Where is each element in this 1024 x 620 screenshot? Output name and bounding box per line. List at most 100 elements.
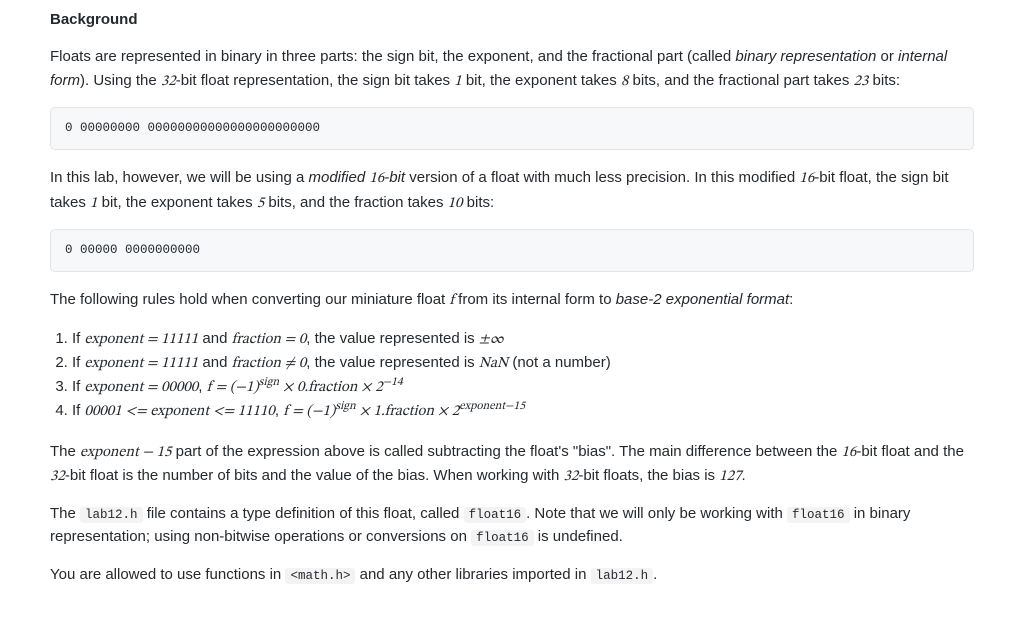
text: -bit float is the number of bits and the…	[65, 467, 564, 484]
op-eq: =	[143, 356, 161, 371]
number-16: 16	[369, 171, 384, 186]
sup-exponent-minus-15: exponent−15	[459, 400, 525, 412]
number-32: 32	[50, 469, 65, 484]
base-2: 2	[375, 380, 382, 395]
var-fraction: fraction	[385, 404, 434, 419]
number-16: 16	[841, 445, 856, 460]
sup-sign: sign	[335, 400, 355, 412]
rule-item-3: If exponent = 00000, f = (−1)sign × 0.fr…	[72, 375, 974, 399]
text: Floats are represented in binary in thre…	[50, 48, 735, 65]
op-eq: =	[289, 404, 307, 419]
var-exponent: exponent	[85, 380, 144, 395]
number-32: 32	[563, 469, 578, 484]
text: ). Using the	[80, 72, 161, 89]
text: -bit float and the	[856, 443, 964, 460]
val-11111: 11111	[161, 332, 198, 347]
file-paragraph: The lab12.h file contains a type definit…	[50, 502, 974, 549]
text: In this lab, however, we will be using a	[50, 169, 308, 186]
val-11111: 11111	[161, 356, 198, 371]
text: If	[72, 330, 85, 347]
text: version of a float with much less precis…	[405, 169, 799, 186]
text: If	[72, 402, 85, 419]
text: bit, the exponent takes	[462, 72, 621, 89]
text: bits:	[462, 194, 494, 211]
op-eq: =	[143, 380, 161, 395]
op-neq: ≠	[281, 356, 299, 371]
var-fraction: fraction	[232, 332, 281, 347]
term-binary-representation: binary representation	[735, 48, 876, 65]
sup-neg14: −14	[383, 376, 403, 388]
text: is undefined.	[534, 528, 623, 545]
text: ,	[275, 402, 283, 419]
number-1: 1	[454, 74, 461, 89]
codeblock-32bit-layout: 0 00000000 00000000000000000000000	[50, 107, 974, 151]
text: .	[653, 566, 657, 583]
text: and	[198, 354, 231, 371]
neg1-base: (−1)	[230, 380, 259, 395]
text: (not a number)	[508, 354, 611, 371]
codeblock-16bit-layout: 0 00000 0000000000	[50, 229, 974, 273]
text: and	[198, 330, 231, 347]
code-lab12-h: lab12.h	[591, 568, 654, 584]
text: , the value represented is	[306, 354, 479, 371]
var-exponent: exponent	[150, 404, 209, 419]
number-23: 23	[854, 74, 869, 89]
sup-sign: sign	[259, 376, 279, 388]
text: bits:	[868, 72, 900, 89]
text: -bit	[384, 169, 405, 186]
text: The	[50, 443, 80, 460]
term-base2-exp-format: base-2 exponential format	[616, 291, 789, 308]
text: from its internal form to	[454, 291, 616, 308]
intro-paragraph: Floats are represented in binary in thre…	[50, 45, 974, 93]
code-float16: float16	[787, 507, 850, 523]
var-exponent: exponent	[85, 332, 144, 347]
val-00000: 00000	[161, 380, 198, 395]
rule-item-4: If 00001 <= exponent <= 11110, f = (−1)s…	[72, 399, 974, 423]
text: -bit float representation, the sign bit …	[176, 72, 455, 89]
rule-item-1: If exponent = 11111 and fraction = 0, th…	[72, 327, 974, 351]
code-math-h: <math.h>	[285, 568, 355, 584]
text: bit, the exponent takes	[97, 194, 256, 211]
op-eq: =	[212, 380, 230, 395]
text: bits, and the fractional part takes	[628, 72, 853, 89]
text: , the value represented is	[306, 330, 479, 347]
code-float16: float16	[471, 530, 534, 546]
bias-paragraph: The exponent − 15 part of the expression…	[50, 440, 974, 489]
text: ,	[198, 378, 206, 395]
op-le: <=	[122, 404, 151, 419]
text: bits, and the fraction takes	[264, 194, 447, 211]
text: -bit floats, the bias is	[578, 467, 719, 484]
one-point: 1.	[374, 404, 385, 419]
text: :	[789, 291, 793, 308]
op-eq: =	[281, 332, 299, 347]
allowed-paragraph: You are allowed to use functions in <mat…	[50, 563, 974, 586]
text: and any other libraries imported in	[355, 566, 590, 583]
code-float16: float16	[464, 507, 527, 523]
val-00001: 00001	[85, 404, 122, 419]
text: . Note that we will only be working with	[526, 505, 787, 522]
rules-list: If exponent = 11111 and fraction = 0, th…	[50, 327, 974, 424]
number-10: 10	[448, 196, 463, 211]
number-127: 127	[719, 469, 741, 484]
var-fraction: fraction	[308, 380, 357, 395]
op-times: ×	[279, 380, 297, 395]
op-times: ×	[357, 380, 375, 395]
op-times: ×	[356, 404, 374, 419]
section-heading-background: Background	[50, 8, 974, 31]
op-eq: =	[143, 332, 161, 347]
op-le: <=	[209, 404, 238, 419]
val-11110: 11110	[238, 404, 275, 419]
neg1-base: (−1)	[306, 404, 335, 419]
lab-note-paragraph: In this lab, however, we will be using a…	[50, 166, 974, 215]
number-16: 16	[799, 171, 814, 186]
text: You are allowed to use functions in	[50, 566, 285, 583]
text: The	[50, 505, 80, 522]
term-modified: modified	[308, 169, 369, 186]
expr-exponent-minus-15: exponent − 15	[80, 445, 171, 460]
text: part of the expression above is called s…	[171, 443, 841, 460]
op-times: ×	[434, 404, 452, 419]
rule-item-2: If exponent = 11111 and fraction ≠ 0, th…	[72, 351, 974, 375]
text: If	[72, 378, 85, 395]
text: or	[876, 48, 898, 65]
var-fraction: fraction	[232, 356, 281, 371]
